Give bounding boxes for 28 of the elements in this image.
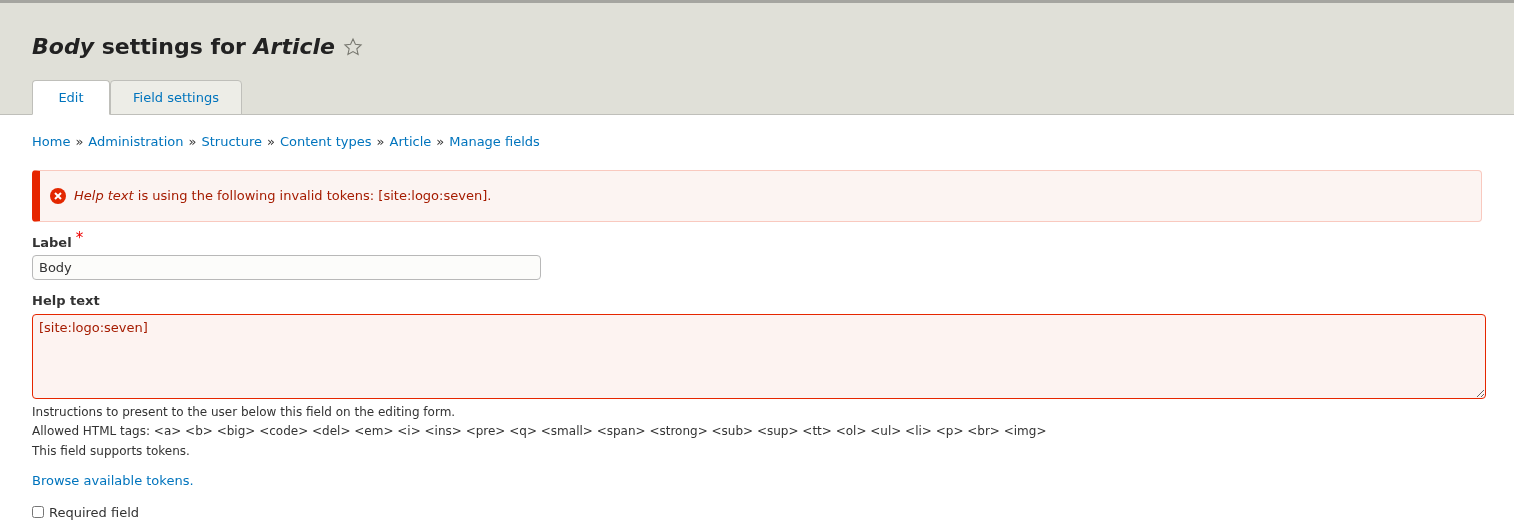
tab[interactable]: Edit (32, 80, 110, 115)
tab[interactable]: Field settings (110, 80, 242, 115)
breadcrumb-link[interactable]: Content types (279, 132, 372, 152)
field-description: Allowed HTML tags: <a> <b> <big> <code> <del> <em> <i> <ins> <pre> <q> <small> <span> <strong> <sub> <sup> <tt> <ol> <ul> <li> <p> <br> <img> (32, 423, 1048, 440)
breadcrumb-separator: » (188, 133, 197, 151)
label-field[interactable]: Body (32, 255, 541, 280)
field-description: This field supports tokens. (32, 442, 191, 460)
checkbox-label: Required field (49, 503, 140, 522)
breadcrumb-separator: » (75, 133, 84, 151)
help-text-field[interactable]: [site:logo:seven] (32, 313, 1486, 399)
star-icon[interactable] (343, 36, 364, 57)
breadcrumb-link[interactable]: Article (389, 132, 432, 152)
browse-tokens-link[interactable]: Browse available tokens. (32, 471, 194, 491)
page-title: Body settings for Article (32, 33, 336, 61)
breadcrumb-link[interactable]: Structure (201, 132, 262, 152)
breadcrumb-separator: » (436, 133, 445, 151)
breadcrumb-link[interactable]: Administration (88, 132, 184, 152)
field-label: Label (32, 233, 72, 252)
field-description: Instructions to present to the user below this field on the editing form. (32, 403, 457, 421)
error-icon (50, 187, 66, 204)
breadcrumb-separator: » (266, 133, 275, 151)
breadcrumb-link[interactable]: Manage fields (449, 132, 540, 152)
error-text: Help text is using the following invalid tokens: [site:logo:seven]. (74, 186, 492, 205)
required-mark: * (75, 228, 84, 249)
required-checkbox[interactable] (32, 506, 44, 519)
field-label: Help text (32, 292, 101, 310)
breadcrumb-link[interactable]: Home (32, 132, 71, 152)
breadcrumb-separator: » (376, 133, 385, 151)
